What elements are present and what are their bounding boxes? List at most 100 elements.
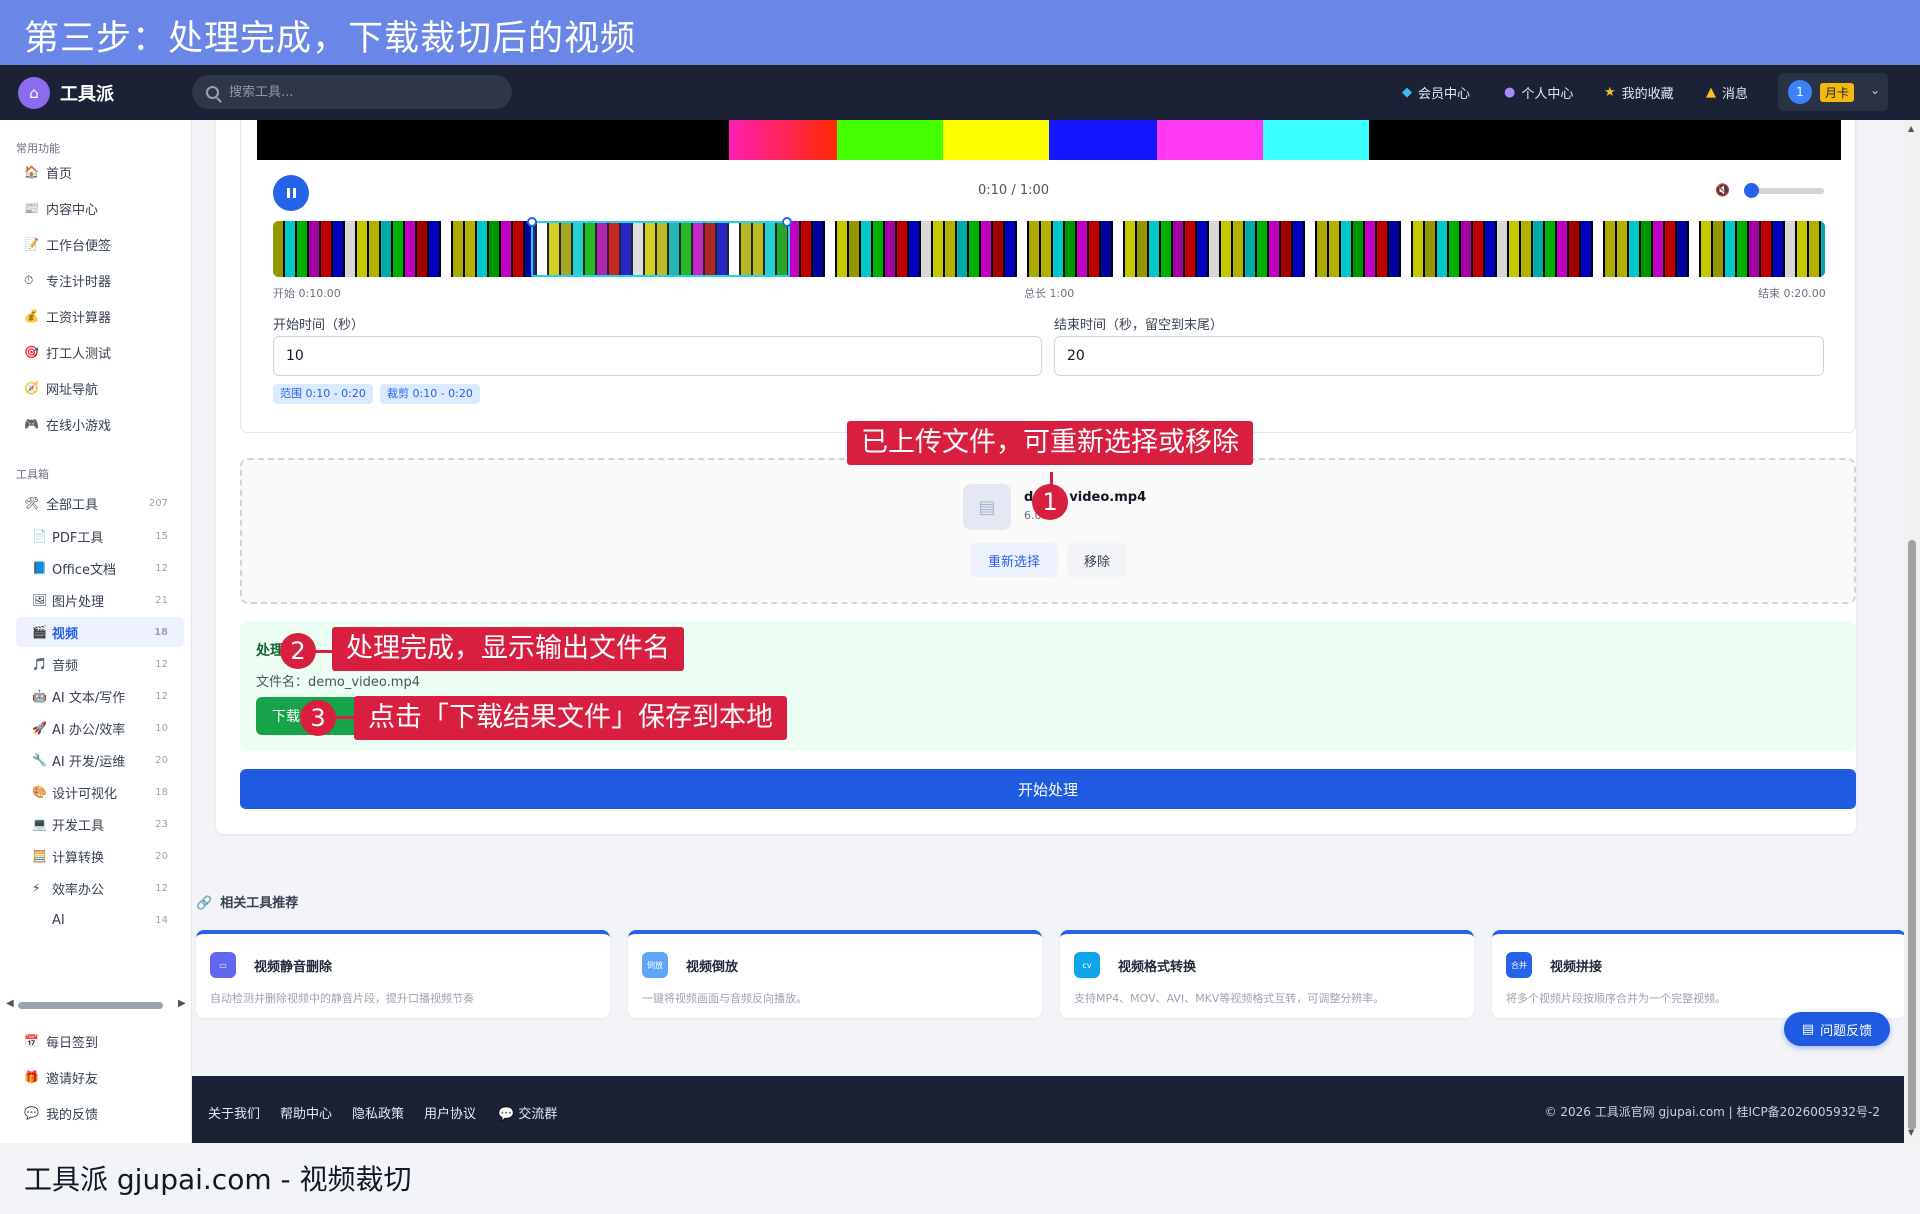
remove-button[interactable]: 移除 bbox=[1067, 543, 1127, 577]
pause-button[interactable] bbox=[273, 175, 309, 211]
sidebar-item-bottom[interactable]: 📅 每日签到 bbox=[16, 1026, 184, 1056]
timeline-frame bbox=[1545, 221, 1555, 277]
timeline-frame bbox=[465, 221, 475, 277]
brand-name[interactable]: 工具派 bbox=[60, 80, 114, 106]
sidebar-section-toolbox: 工具箱 bbox=[16, 468, 49, 481]
end-time-input[interactable] bbox=[1054, 336, 1824, 376]
scroll-thumb[interactable] bbox=[1908, 540, 1916, 1130]
sidebar-icon: 🧭 bbox=[24, 381, 39, 395]
related-tool-card[interactable]: 合并 视频拼接 将多个视频片段按顺序合并为一个完整视频。 bbox=[1492, 930, 1906, 1018]
trim-start-handle[interactable] bbox=[527, 217, 537, 227]
timeline-frame bbox=[1785, 221, 1795, 277]
sidebar-category[interactable]: 🖼 图片处理 21 bbox=[16, 585, 184, 615]
sidebar-item-label: 在线小游戏 bbox=[46, 418, 112, 434]
nav-vip-center[interactable]: ◆ 会员中心 bbox=[1402, 83, 1470, 102]
reselect-button[interactable]: 重新选择 bbox=[970, 543, 1058, 577]
sidebar-category[interactable]: 📘 Office文档 12 bbox=[16, 553, 184, 583]
sidebar-icon: 🎮 bbox=[24, 417, 39, 431]
timeline-frame bbox=[1365, 221, 1375, 277]
tool-count: 14 bbox=[155, 914, 168, 926]
timeline-frame bbox=[1689, 221, 1699, 277]
timeline-frame bbox=[981, 221, 991, 277]
timeline-frame bbox=[1581, 221, 1591, 277]
user-menu[interactable]: 1 月卡 ⌄ bbox=[1778, 73, 1888, 111]
footer-link-group[interactable]: 💬 交流群 bbox=[498, 1103, 557, 1122]
timeline-frame bbox=[501, 221, 511, 277]
sidebar-category[interactable]: 🎨 设计可视化 18 bbox=[16, 777, 184, 807]
tool-count: 12 bbox=[155, 690, 168, 702]
timeline-frame bbox=[1761, 221, 1771, 277]
related-tool-card[interactable]: cv 视频格式转换 支持MP4、MOV、AVI、MKV等视频格式互转，可调整分辨率。 bbox=[1060, 930, 1474, 1018]
footer-link-about[interactable]: 关于我们 bbox=[208, 1103, 260, 1122]
timeline-frame bbox=[1233, 221, 1243, 277]
nav-personal-center[interactable]: ● 个人中心 bbox=[1504, 83, 1573, 102]
scroll-up-icon[interactable]: ▲ bbox=[1908, 124, 1914, 133]
trim-end-handle[interactable] bbox=[782, 217, 792, 227]
sidebar-item-bottom[interactable]: 🎁 邀请好友 bbox=[16, 1062, 184, 1092]
sidebar-category[interactable]: 🧮 计算转换 20 bbox=[16, 841, 184, 871]
video-preview[interactable] bbox=[257, 120, 1841, 160]
link-icon: 🔗 bbox=[196, 896, 213, 911]
sidebar-item-label: 打工人测试 bbox=[46, 346, 112, 362]
start-process-button[interactable]: 开始处理 bbox=[240, 769, 1856, 809]
nav-favorites[interactable]: ★ 我的收藏 bbox=[1604, 83, 1674, 102]
sidebar-item-common[interactable]: 📰 内容中心 bbox=[16, 193, 184, 223]
search-input[interactable] bbox=[229, 84, 489, 100]
sidebar-category[interactable]: 🚀 AI 办公/效率 10 bbox=[16, 713, 184, 743]
timeline-frame bbox=[429, 221, 439, 277]
nav-messages[interactable]: ▲ 消息 bbox=[1706, 83, 1748, 102]
tool-icon: cv bbox=[1074, 952, 1100, 978]
sidebar-item-label: 全部工具 bbox=[46, 497, 99, 513]
timeline-frame bbox=[1065, 221, 1075, 277]
sidebar-category[interactable]: 📄 PDF工具 15 bbox=[16, 521, 184, 551]
feedback-button[interactable]: ▤ 问题反馈 bbox=[1784, 1012, 1890, 1046]
sidebar-item-common[interactable]: 🏠 首页 bbox=[16, 157, 184, 187]
scroll-thumb[interactable] bbox=[18, 1002, 163, 1009]
timeline-frame bbox=[1353, 221, 1363, 277]
sidebar-category[interactable]: 💻 开发工具 23 bbox=[16, 809, 184, 839]
footer-link-terms[interactable]: 用户协议 bbox=[424, 1103, 476, 1122]
trim-timeline[interactable] bbox=[273, 221, 1825, 277]
scroll-left-icon[interactable]: ◀ bbox=[6, 998, 14, 1009]
sidebar-category[interactable]: 🔧 AI 开发/运维 20 bbox=[16, 745, 184, 775]
search-icon bbox=[206, 85, 219, 99]
sidebar-item-common[interactable]: 💰 工资计算器 bbox=[16, 301, 184, 331]
search-bar[interactable] bbox=[192, 75, 512, 109]
sidebar-item-common[interactable]: 📝 工作台便签 bbox=[16, 229, 184, 259]
footer-link-privacy[interactable]: 隐私政策 bbox=[352, 1103, 404, 1122]
sidebar-item-common[interactable]: ⏱ 专注计时器 bbox=[16, 265, 184, 295]
logo-icon[interactable]: ⌂ bbox=[18, 77, 50, 109]
timeline-frame bbox=[861, 221, 871, 277]
sidebar-category[interactable]: AI 14 bbox=[16, 905, 184, 935]
sidebar-item-common[interactable]: 🧭 网址导航 bbox=[16, 373, 184, 403]
sidebar-category[interactable]: ⚡ 效率办公 12 bbox=[16, 873, 184, 903]
timeline-frame bbox=[1089, 221, 1099, 277]
nav-label: 消息 bbox=[1722, 87, 1749, 102]
sidebar-category[interactable]: 🤖 AI 文本/写作 12 bbox=[16, 681, 184, 711]
sidebar-item-common[interactable]: 🎯 打工人测试 bbox=[16, 337, 184, 367]
chat-icon: 💬 bbox=[498, 1107, 515, 1122]
timeline-frame bbox=[1629, 221, 1639, 277]
scroll-down-icon[interactable]: ▼ bbox=[1908, 1128, 1914, 1137]
star-icon: ★ bbox=[1604, 85, 1616, 100]
timeline-frame bbox=[1821, 221, 1825, 277]
callout-3-connector bbox=[334, 716, 356, 719]
page-scrollbar[interactable]: ▲ ▼ bbox=[1904, 120, 1920, 1143]
sidebar-item-bottom[interactable]: 💬 我的反馈 bbox=[16, 1098, 184, 1128]
timeline-frame bbox=[1725, 221, 1735, 277]
related-tool-card[interactable]: ▭ 视频静音删除 自动检测并删除视频中的静音片段，提升口播视频节奏 bbox=[196, 930, 610, 1018]
sidebar-category[interactable]: 🎬 视频 18 bbox=[16, 617, 184, 647]
start-time-input[interactable] bbox=[273, 336, 1042, 376]
related-tool-card[interactable]: 倒放 视频倒放 一键将视频画面与音频反向播放。 bbox=[628, 930, 1042, 1018]
scroll-right-icon[interactable]: ▶ bbox=[178, 998, 186, 1009]
trim-selection[interactable] bbox=[527, 217, 792, 277]
footer-link-help[interactable]: 帮助中心 bbox=[280, 1103, 332, 1122]
mute-icon[interactable]: 🔇 bbox=[1715, 183, 1730, 197]
timeline-frame bbox=[1137, 221, 1147, 277]
sidebar-item-common[interactable]: 🎮 在线小游戏 bbox=[16, 409, 184, 439]
upload-dropzone[interactable] bbox=[240, 458, 1856, 604]
volume-slider-handle[interactable] bbox=[1744, 183, 1759, 198]
sidebar-scrollbar[interactable]: ◀ ▶ bbox=[6, 998, 186, 1010]
sidebar-item-all-tools[interactable]: 🛠 全部工具 207 bbox=[16, 488, 184, 518]
sidebar-category[interactable]: 🎵 音频 12 bbox=[16, 649, 184, 679]
